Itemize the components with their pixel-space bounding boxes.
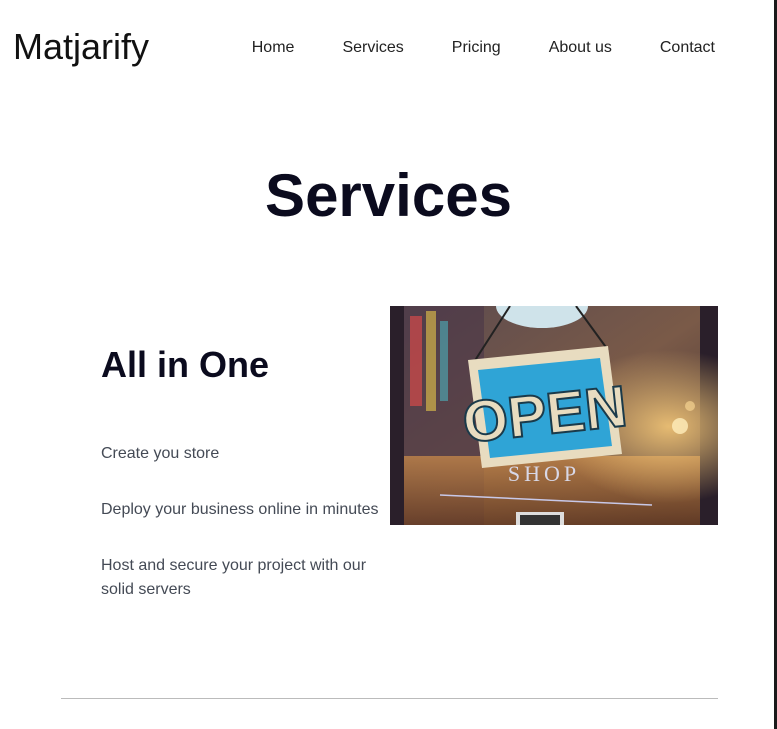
nav-link-pricing[interactable]: Pricing xyxy=(452,38,501,57)
sign-shop-text: SHOP xyxy=(508,461,580,486)
feature-item: Create you store xyxy=(101,445,220,462)
page: Matjarify Home Services Pricing About us… xyxy=(0,0,777,729)
shop-sign-illustration: OPEN SHOP xyxy=(390,306,718,525)
nav-link-home[interactable]: Home xyxy=(252,38,295,57)
open-shop-photo: OPEN SHOP xyxy=(390,306,718,525)
nav-link-services[interactable]: Services xyxy=(342,38,403,57)
feature-heading: All in One xyxy=(101,344,270,385)
main-nav: Home Services Pricing About us Contact xyxy=(252,38,715,57)
feature-list: Create you store Deploy your business on… xyxy=(101,442,391,634)
feature-block: All in One Create you store Deploy your … xyxy=(101,340,391,598)
feature-item: Host and secure your project with our so… xyxy=(101,557,367,598)
section-divider xyxy=(61,698,718,699)
site-header: Matjarify Home Services Pricing About us… xyxy=(0,0,774,96)
feature-item: Deploy your business online in minutes xyxy=(101,501,379,518)
nav-link-about[interactable]: About us xyxy=(549,38,612,57)
brand-logo[interactable]: Matjarify xyxy=(13,26,149,68)
nav-link-contact[interactable]: Contact xyxy=(660,38,715,57)
services-title: Services xyxy=(265,162,512,229)
